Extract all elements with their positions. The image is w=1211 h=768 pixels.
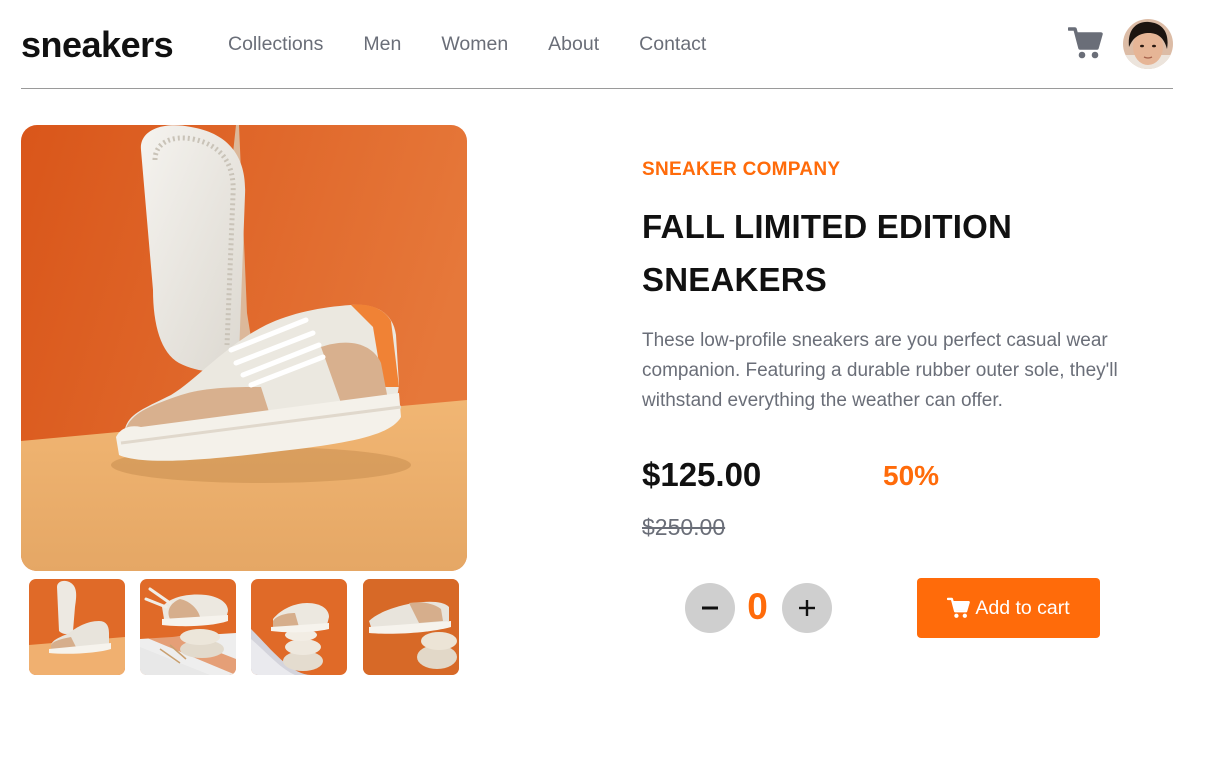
thumbnail-1[interactable] — [29, 579, 125, 675]
increase-quantity-button[interactable] — [782, 583, 832, 633]
cart-icon[interactable] — [1068, 26, 1104, 60]
nav-men[interactable]: Men — [363, 32, 401, 56]
logo[interactable]: sneakers — [21, 24, 174, 66]
discount-badge: 50% — [883, 460, 940, 491]
sneaker-product-photo[interactable] — [21, 125, 467, 571]
cart-icon — [947, 597, 971, 618]
add-to-cart-button[interactable]: Add to cart — [917, 578, 1100, 638]
thumbnail-4[interactable] — [363, 579, 459, 675]
nav-collections[interactable]: Collections — [228, 32, 323, 56]
company-label: SNEAKER COMPANY — [642, 159, 841, 180]
user-avatar[interactable] — [1123, 19, 1173, 69]
add-to-cart-label: Add to cart — [975, 596, 1070, 619]
header: sneakers Collections Men Women About Con… — [21, 0, 1173, 89]
nav-contact[interactable]: Contact — [639, 32, 706, 56]
thumbnail-3[interactable] — [251, 579, 347, 675]
nav-about[interactable]: About — [548, 32, 599, 56]
original-price: $250.00 — [642, 514, 726, 540]
decrease-quantity-button[interactable] — [685, 583, 735, 633]
main-nav: Collections Men Women About Contact — [228, 32, 746, 56]
product-title: FALL LIMITED EDITION SNEAKERS — [642, 208, 1013, 298]
minus-icon — [702, 606, 718, 610]
nav-women[interactable]: Women — [441, 32, 508, 56]
product-description: These low-profile sneakers are you perfe… — [642, 330, 1118, 411]
current-price: $125.00 — [642, 456, 762, 493]
thumbnail-2[interactable] — [140, 579, 236, 675]
quantity-value: 0 — [747, 586, 768, 627]
plus-icon — [799, 600, 815, 616]
